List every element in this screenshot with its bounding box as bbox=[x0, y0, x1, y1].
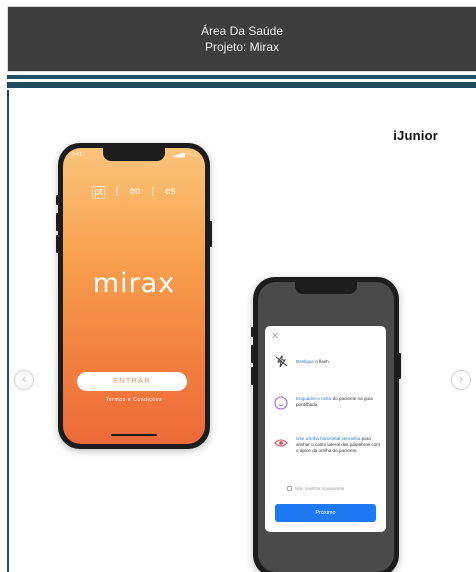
brand-logo: iJunior bbox=[393, 128, 438, 143]
phone-notch bbox=[103, 148, 165, 161]
next-button[interactable]: Próximo bbox=[275, 504, 376, 522]
lang-pt[interactable]: pt bbox=[92, 186, 105, 199]
lang-separator: | bbox=[151, 186, 155, 197]
face-icon bbox=[274, 396, 288, 410]
header-title: Área Da Saúde bbox=[200, 24, 284, 38]
lang-separator: | bbox=[115, 186, 119, 197]
phone-side-button bbox=[251, 345, 254, 363]
instruction-text: Use a linha horizontal vermelha para ali… bbox=[296, 436, 381, 453]
flash-off-icon bbox=[274, 354, 288, 369]
carousel-prev-button[interactable]: ‹ bbox=[14, 370, 34, 390]
enter-button[interactable]: ENTRAR bbox=[77, 372, 187, 391]
phone-side-button bbox=[251, 367, 254, 385]
divider-stripe bbox=[7, 75, 476, 79]
header-subtitle: Projeto: Mirax bbox=[204, 40, 280, 54]
phone-screen: 9:41 ▂▄▆ ◠ ▭ pt | en | es mirax ENTRAR T… bbox=[63, 148, 205, 444]
phone-side-button bbox=[251, 327, 254, 337]
phone-mockup-instructions: ✕ Desligue o flash. Enquadre o rosto do … bbox=[251, 277, 401, 572]
chevron-right-icon: › bbox=[458, 372, 464, 386]
phone-side-button bbox=[398, 353, 401, 379]
carousel-next-button[interactable]: › bbox=[451, 370, 471, 390]
status-icons: ▂▄▆ ◠ ▭ bbox=[173, 152, 197, 158]
dont-show-again[interactable]: Não mostrar novamente bbox=[287, 486, 345, 492]
home-indicator bbox=[111, 434, 157, 436]
instruction-text: Desligue o flash. bbox=[296, 359, 330, 364]
language-selector: pt | en | es bbox=[63, 186, 205, 199]
phone-side-button bbox=[209, 221, 212, 247]
lang-en[interactable]: en bbox=[129, 186, 140, 199]
lang-es[interactable]: es bbox=[165, 186, 176, 199]
phone-side-button bbox=[56, 213, 59, 231]
phone-side-button bbox=[56, 235, 59, 253]
instruction-text: Enquadre o rosto do paciente na guia pon… bbox=[296, 396, 373, 407]
phone-mockup-login: 9:41 ▂▄▆ ◠ ▭ pt | en | es mirax ENTRAR T… bbox=[56, 143, 212, 449]
checkbox-label: Não mostrar novamente bbox=[295, 486, 345, 491]
instructions-modal: ✕ Desligue o flash. Enquadre o rosto do … bbox=[265, 326, 386, 532]
phone-side-button bbox=[56, 195, 59, 205]
eye-icon bbox=[274, 436, 288, 450]
header: Área Da Saúde Projeto: Mirax bbox=[7, 6, 476, 72]
phone-screen: ✕ Desligue o flash. Enquadre o rosto do … bbox=[258, 282, 394, 572]
close-icon[interactable]: ✕ bbox=[271, 331, 279, 342]
terms-link[interactable]: Termos e Condições bbox=[63, 397, 205, 403]
checkbox[interactable] bbox=[287, 486, 292, 492]
chevron-left-icon: ‹ bbox=[21, 372, 27, 386]
app-logo: mirax bbox=[92, 268, 176, 299]
divider-stripe bbox=[7, 82, 476, 88]
status-time: 9:41 bbox=[72, 152, 82, 158]
phone-notch bbox=[295, 282, 357, 294]
